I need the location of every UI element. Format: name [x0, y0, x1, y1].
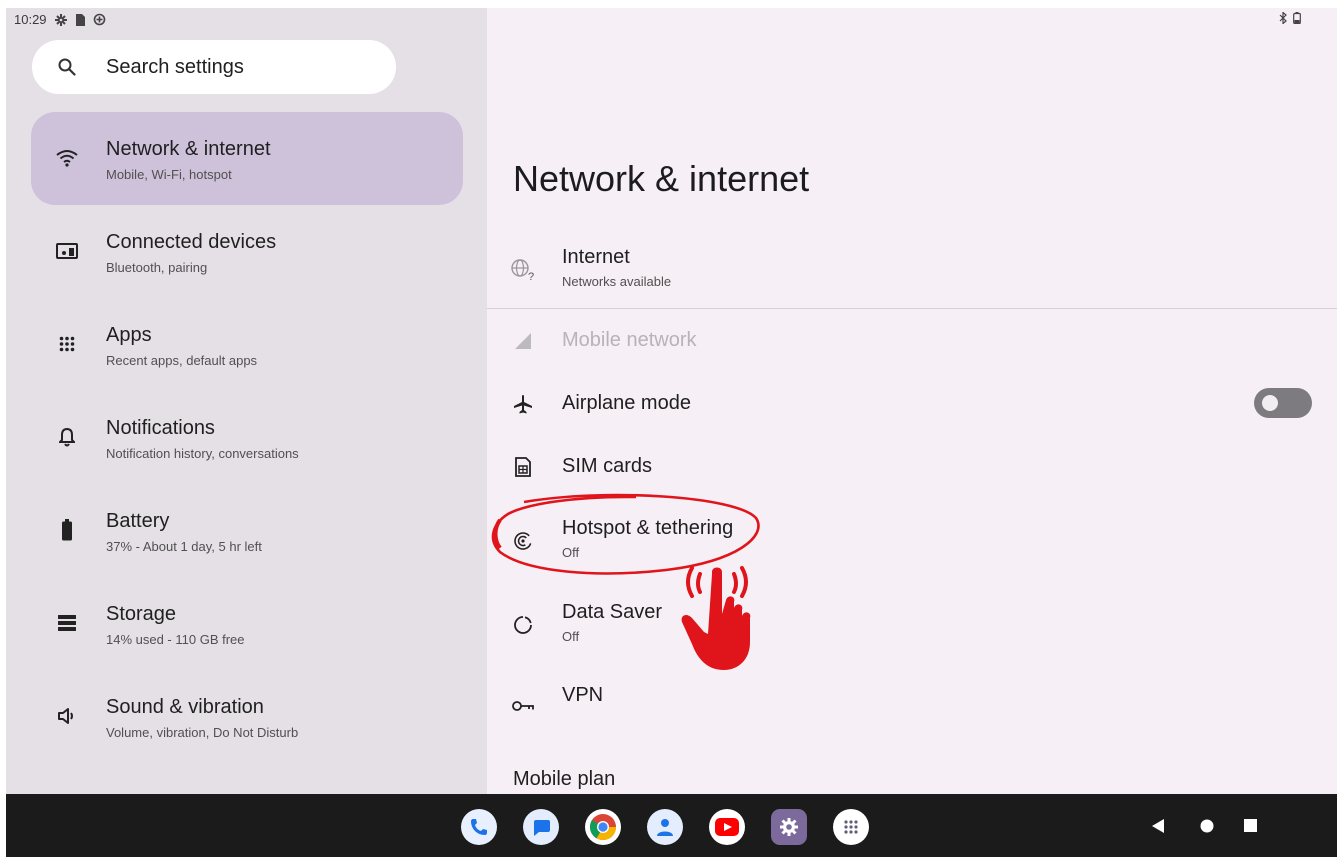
row-subtitle: Off [562, 629, 580, 644]
chrome-app-icon[interactable] [585, 809, 621, 845]
contacts-app-icon[interactable] [647, 809, 683, 845]
hotspot-tethering-row[interactable]: Hotspot & tethering Off [487, 517, 1337, 567]
taskbar [6, 794, 1337, 857]
sidebar-item-subtitle: Bluetooth, pairing [106, 260, 208, 275]
sidebar-item-subtitle: Recent apps, default apps [106, 353, 258, 368]
youtube-app-icon[interactable] [709, 809, 745, 845]
back-icon[interactable] [1151, 818, 1165, 834]
row-title: Mobile network [562, 329, 697, 351]
row-title: VPN [562, 684, 604, 706]
svg-text:?: ? [528, 271, 534, 281]
sidebar-item-network-internet[interactable]: Network & internet Mobile, Wi-Fi, hotspo… [31, 112, 463, 205]
sidebar-item-title: Connected devices [106, 231, 277, 253]
sidebar-item-subtitle: Mobile, Wi-Fi, hotspot [106, 167, 232, 182]
all-apps-icon[interactable] [833, 809, 869, 845]
sim-cards-row[interactable]: SIM cards [487, 452, 1337, 482]
volume-icon [55, 704, 79, 728]
airplane-mode-toggle[interactable] [1254, 388, 1312, 418]
row-title: Internet [562, 246, 630, 268]
data-saver-row[interactable]: Data Saver Off [487, 601, 1337, 651]
row-subtitle: Networks available [562, 274, 672, 289]
messages-app-icon[interactable] [523, 809, 559, 845]
search-settings-bar[interactable]: Search settings [32, 40, 396, 94]
search-icon [58, 58, 76, 76]
row-title: Hotspot & tethering [562, 517, 734, 539]
network-internet-pane: Network & internet ? Internet Networks a… [487, 8, 1337, 794]
connected-devices-icon [55, 239, 79, 263]
row-title: SIM cards [562, 455, 653, 477]
sidebar-item-title: Storage [106, 603, 177, 625]
row-title: Airplane mode [562, 392, 691, 414]
settings-sidebar: 10:29 Search settings Network & internet… [6, 8, 487, 794]
globe-question-icon: ? [511, 258, 535, 282]
mobile-plan-row[interactable]: Mobile plan [513, 768, 615, 791]
row-subtitle: Off [562, 545, 580, 560]
wifi-icon [55, 146, 79, 170]
airplane-icon [511, 392, 535, 416]
data-saver-icon [511, 613, 535, 637]
vpn-row[interactable]: VPN [487, 684, 1337, 724]
sidebar-item-title: Battery [106, 510, 170, 532]
sidebar-item-sound-vibration[interactable]: Sound & vibration Volume, vibration, Do … [31, 670, 463, 763]
sidebar-item-apps[interactable]: Apps Recent apps, default apps [31, 298, 463, 391]
status-time: 10:29 [14, 12, 47, 27]
bell-icon [55, 425, 79, 449]
sidebar-item-connected-devices[interactable]: Connected devices Bluetooth, pairing [31, 205, 463, 298]
airplane-mode-row[interactable]: Airplane mode [487, 389, 1337, 419]
toggle-knob [1262, 395, 1278, 411]
sim-card-icon [511, 455, 535, 479]
recents-icon[interactable] [1243, 818, 1258, 833]
signal-icon [511, 329, 535, 353]
sidebar-item-subtitle: Volume, vibration, Do Not Disturb [106, 725, 299, 740]
vpn-key-icon [511, 694, 535, 718]
storage-icon [55, 611, 79, 635]
phone-app-icon[interactable] [461, 809, 497, 845]
data-saver-status-icon [93, 13, 105, 26]
bluetooth-status-icon [1279, 12, 1287, 24]
status-bar-right [1279, 12, 1301, 24]
battery-icon [55, 518, 79, 542]
sidebar-item-battery[interactable]: Battery 37% - About 1 day, 5 hr left [31, 484, 463, 577]
section-divider [487, 308, 1337, 309]
mobile-network-row: Mobile network [487, 326, 1337, 356]
settings-screen: 10:29 Search settings Network & internet… [6, 8, 1337, 857]
status-bar-left: 10:29 [14, 12, 106, 27]
sidebar-item-title: Network & internet [106, 138, 271, 160]
internet-row[interactable]: ? Internet Networks available [487, 246, 1337, 304]
row-title: Data Saver [562, 601, 663, 623]
settings-gear-status-icon [54, 13, 67, 26]
sim-status-icon [75, 13, 85, 26]
sidebar-item-subtitle: 14% used - 110 GB free [106, 632, 245, 647]
battery-status-icon [1293, 12, 1301, 24]
sidebar-item-notifications[interactable]: Notifications Notification history, conv… [31, 391, 463, 484]
sidebar-item-subtitle: Notification history, conversations [106, 446, 299, 461]
sidebar-item-title: Sound & vibration [106, 696, 264, 718]
sidebar-item-subtitle: 37% - About 1 day, 5 hr left [106, 539, 262, 554]
sidebar-item-title: Apps [106, 324, 152, 346]
search-placeholder: Search settings [106, 55, 244, 78]
sidebar-item-title: Notifications [106, 417, 215, 439]
settings-app-icon[interactable] [771, 809, 807, 845]
sidebar-item-storage[interactable]: Storage 14% used - 110 GB free [31, 577, 463, 670]
page-title: Network & internet [513, 158, 810, 199]
apps-grid-icon [55, 332, 79, 356]
home-icon[interactable] [1199, 818, 1215, 834]
hotspot-icon [511, 529, 535, 553]
